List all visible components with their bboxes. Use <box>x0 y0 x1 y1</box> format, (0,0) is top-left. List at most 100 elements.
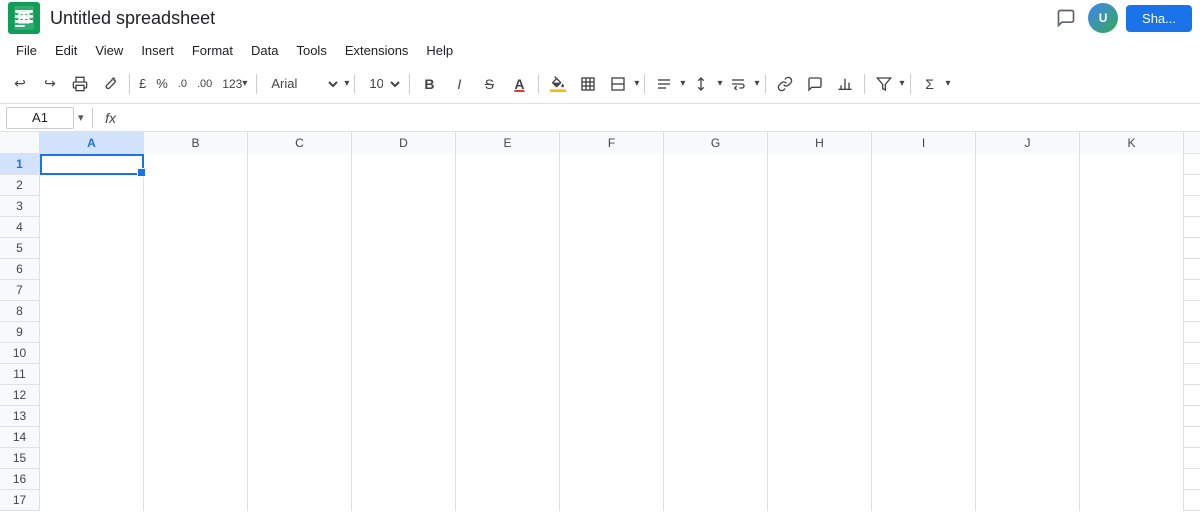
cell-B5[interactable] <box>144 238 248 259</box>
cell-J2[interactable] <box>976 175 1080 196</box>
cell-K10[interactable] <box>1080 343 1184 364</box>
cell-E12[interactable] <box>456 385 560 406</box>
col-header-j[interactable]: J <box>976 132 1080 154</box>
cell-E3[interactable] <box>456 196 560 217</box>
cell-F7[interactable] <box>560 280 664 301</box>
cell-J4[interactable] <box>976 217 1080 238</box>
cell-D6[interactable] <box>352 259 456 280</box>
fill-color-button[interactable] <box>544 70 572 98</box>
paint-format-button[interactable] <box>96 70 124 98</box>
cell-H13[interactable] <box>768 406 872 427</box>
cell-G7[interactable] <box>664 280 768 301</box>
row-number-8[interactable]: 8 <box>0 301 40 321</box>
cell-D5[interactable] <box>352 238 456 259</box>
cell-A8[interactable] <box>40 301 144 322</box>
cell-D12[interactable] <box>352 385 456 406</box>
cell-G2[interactable] <box>664 175 768 196</box>
cell-E16[interactable] <box>456 469 560 490</box>
functions-button[interactable]: Σ <box>916 70 944 98</box>
cell-G8[interactable] <box>664 301 768 322</box>
col-header-d[interactable]: D <box>352 132 456 154</box>
cell-F12[interactable] <box>560 385 664 406</box>
cell-A10[interactable] <box>40 343 144 364</box>
cell-B1[interactable] <box>144 154 248 175</box>
cell-K8[interactable] <box>1080 301 1184 322</box>
comment-button[interactable] <box>1052 4 1080 32</box>
cell-C13[interactable] <box>248 406 352 427</box>
row-number-17[interactable]: 17 <box>0 490 40 510</box>
wrap-button[interactable] <box>724 70 752 98</box>
cell-H17[interactable] <box>768 490 872 511</box>
cell-H5[interactable] <box>768 238 872 259</box>
cell-G5[interactable] <box>664 238 768 259</box>
cell-I4[interactable] <box>872 217 976 238</box>
cell-J13[interactable] <box>976 406 1080 427</box>
cell-G4[interactable] <box>664 217 768 238</box>
cell-I12[interactable] <box>872 385 976 406</box>
cell-E6[interactable] <box>456 259 560 280</box>
formula-input[interactable] <box>125 107 1194 129</box>
cell-K1[interactable] <box>1080 154 1184 175</box>
row-number-14[interactable]: 14 <box>0 427 40 447</box>
row-number-16[interactable]: 16 <box>0 469 40 489</box>
cell-E11[interactable] <box>456 364 560 385</box>
bold-button[interactable]: B <box>415 70 443 98</box>
cell-H6[interactable] <box>768 259 872 280</box>
cell-K15[interactable] <box>1080 448 1184 469</box>
cell-J6[interactable] <box>976 259 1080 280</box>
menu-view[interactable]: View <box>87 39 131 62</box>
cell-A15[interactable] <box>40 448 144 469</box>
cell-F2[interactable] <box>560 175 664 196</box>
menu-help[interactable]: Help <box>418 39 461 62</box>
col-header-h[interactable]: H <box>768 132 872 154</box>
italic-button[interactable]: I <box>445 70 473 98</box>
strikethrough-button[interactable]: S <box>475 70 503 98</box>
cell-B13[interactable] <box>144 406 248 427</box>
cell-H10[interactable] <box>768 343 872 364</box>
cell-A1[interactable] <box>40 154 144 175</box>
cell-F6[interactable] <box>560 259 664 280</box>
cell-G17[interactable] <box>664 490 768 511</box>
wrap-dropdown[interactable]: ▾ <box>754 78 759 89</box>
cell-B12[interactable] <box>144 385 248 406</box>
cell-E10[interactable] <box>456 343 560 364</box>
cell-A12[interactable] <box>40 385 144 406</box>
cell-C12[interactable] <box>248 385 352 406</box>
cell-G3[interactable] <box>664 196 768 217</box>
cell-B8[interactable] <box>144 301 248 322</box>
cell-I9[interactable] <box>872 322 976 343</box>
cell-H8[interactable] <box>768 301 872 322</box>
percent-button[interactable]: % <box>152 70 172 98</box>
increase-decimal-button[interactable]: .00 <box>193 70 216 98</box>
cell-F17[interactable] <box>560 490 664 511</box>
filter-button[interactable] <box>870 70 898 98</box>
cell-F11[interactable] <box>560 364 664 385</box>
row-number-5[interactable]: 5 <box>0 238 40 258</box>
cell-C8[interactable] <box>248 301 352 322</box>
cell-G11[interactable] <box>664 364 768 385</box>
insert-comment-button[interactable] <box>801 70 829 98</box>
cell-F4[interactable] <box>560 217 664 238</box>
cell-A3[interactable] <box>40 196 144 217</box>
cell-C3[interactable] <box>248 196 352 217</box>
cell-J16[interactable] <box>976 469 1080 490</box>
cell-D13[interactable] <box>352 406 456 427</box>
cell-I14[interactable] <box>872 427 976 448</box>
cell-H7[interactable] <box>768 280 872 301</box>
print-button[interactable] <box>66 70 94 98</box>
cell-F1[interactable] <box>560 154 664 175</box>
cell-J7[interactable] <box>976 280 1080 301</box>
cell-K13[interactable] <box>1080 406 1184 427</box>
align-vert-button[interactable] <box>687 70 715 98</box>
cell-E13[interactable] <box>456 406 560 427</box>
row-number-12[interactable]: 12 <box>0 385 40 405</box>
cell-B10[interactable] <box>144 343 248 364</box>
align-horiz-button[interactable] <box>650 70 678 98</box>
col-header-k[interactable]: K <box>1080 132 1184 154</box>
cell-K7[interactable] <box>1080 280 1184 301</box>
cell-H1[interactable] <box>768 154 872 175</box>
cell-A6[interactable] <box>40 259 144 280</box>
cell-I1[interactable] <box>872 154 976 175</box>
cell-J15[interactable] <box>976 448 1080 469</box>
font-size-selector[interactable]: 10 <box>360 70 404 98</box>
